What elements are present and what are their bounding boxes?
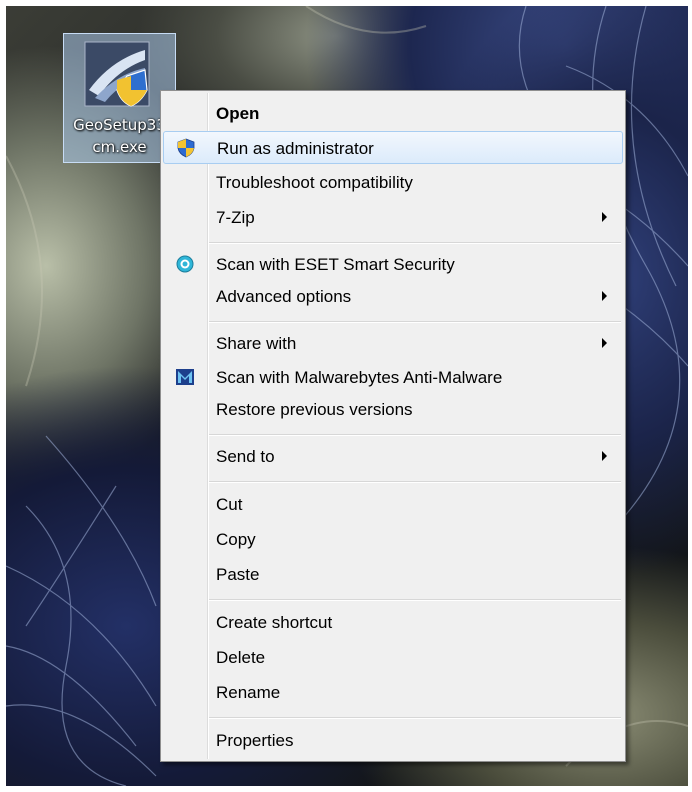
menu-item-cut[interactable]: Cut bbox=[163, 488, 623, 521]
menu-item-run-as-administrator[interactable]: Run as administrator bbox=[163, 131, 623, 164]
uac-shield-icon bbox=[177, 138, 195, 158]
menu-item-restore-previous-versions[interactable]: Restore previous versions bbox=[163, 393, 623, 426]
menu-separator bbox=[209, 717, 621, 719]
menu-separator bbox=[209, 434, 621, 436]
submenu-arrow-icon bbox=[602, 291, 607, 301]
desktop-file-label-line2: cm.exe bbox=[92, 138, 147, 156]
menu-item-scan-eset[interactable]: Scan with ESET Smart Security bbox=[163, 248, 623, 281]
menu-item-label: Delete bbox=[216, 648, 266, 667]
menu-item-troubleshoot-compatibility[interactable]: Troubleshoot compatibility bbox=[163, 166, 623, 199]
desktop-file-label-line1: GeoSetup33 bbox=[73, 116, 166, 134]
menu-item-label: Create shortcut bbox=[216, 613, 333, 632]
menu-separator bbox=[209, 242, 621, 244]
menu-item-7zip[interactable]: 7-Zip bbox=[163, 201, 623, 234]
menu-item-copy[interactable]: Copy bbox=[163, 523, 623, 556]
menu-item-rename[interactable]: Rename bbox=[163, 676, 623, 709]
menu-item-advanced-options[interactable]: Advanced options bbox=[163, 280, 623, 313]
menu-item-label: Scan with ESET Smart Security bbox=[216, 255, 455, 274]
menu-item-label: Paste bbox=[216, 565, 260, 584]
eset-icon bbox=[176, 255, 194, 273]
menu-item-label: Copy bbox=[216, 530, 256, 549]
menu-item-label: Share with bbox=[216, 334, 297, 353]
submenu-arrow-icon bbox=[602, 451, 607, 461]
menu-separator bbox=[209, 321, 621, 323]
menu-item-label: 7-Zip bbox=[216, 208, 255, 227]
menu-item-share-with[interactable]: Share with bbox=[163, 327, 623, 360]
submenu-arrow-icon bbox=[602, 338, 607, 348]
menu-item-label: Properties bbox=[216, 731, 294, 750]
geosetup-app-icon bbox=[84, 41, 150, 107]
menu-item-properties[interactable]: Properties bbox=[163, 724, 623, 757]
menu-item-paste[interactable]: Paste bbox=[163, 558, 623, 591]
menu-item-label: Open bbox=[216, 104, 260, 123]
menu-item-label: Run as administrator bbox=[217, 139, 374, 158]
menu-separator bbox=[209, 599, 621, 601]
menu-item-label: Troubleshoot compatibility bbox=[216, 173, 413, 192]
context-menu: Open Run as administrator Troubleshoot c… bbox=[160, 90, 626, 762]
menu-item-create-shortcut[interactable]: Create shortcut bbox=[163, 606, 623, 639]
menu-item-scan-malwarebytes[interactable]: Scan with Malwarebytes Anti-Malware bbox=[163, 361, 623, 394]
menu-item-label: Send to bbox=[216, 447, 275, 466]
menu-item-send-to[interactable]: Send to bbox=[163, 440, 623, 473]
menu-item-label: Advanced options bbox=[216, 287, 352, 306]
menu-item-label: Cut bbox=[216, 495, 243, 514]
menu-item-label: Scan with Malwarebytes Anti-Malware bbox=[216, 368, 503, 387]
menu-separator bbox=[209, 481, 621, 483]
menu-item-label: Rename bbox=[216, 683, 281, 702]
menu-item-label: Restore previous versions bbox=[216, 400, 413, 419]
menu-item-delete[interactable]: Delete bbox=[163, 641, 623, 674]
submenu-arrow-icon bbox=[602, 212, 607, 222]
malwarebytes-icon bbox=[176, 369, 194, 385]
menu-item-open[interactable]: Open bbox=[163, 97, 623, 130]
